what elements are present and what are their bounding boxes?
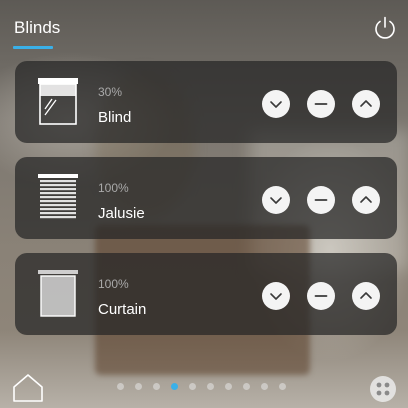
jalusie-stop-button[interactable]	[307, 186, 335, 214]
page-dot[interactable]	[153, 383, 160, 390]
chevron-down-icon	[270, 197, 282, 204]
blind-up-button[interactable]	[352, 90, 380, 118]
jalusie-card[interactable]: 100% Jalusie	[15, 157, 397, 239]
page-dot[interactable]	[135, 383, 142, 390]
page-dot[interactable]	[261, 383, 268, 390]
curtain-up-button[interactable]	[352, 282, 380, 310]
page-dot[interactable]	[225, 383, 232, 390]
chevron-up-icon	[360, 196, 372, 203]
blind-stop-button[interactable]	[307, 90, 335, 118]
blinds-screen: Blinds 30% Blind 100% Jalusie 100% Curta…	[0, 0, 408, 408]
jalusie-up-button[interactable]	[352, 186, 380, 214]
title-underline	[13, 46, 53, 49]
power-icon[interactable]	[371, 14, 399, 42]
chevron-down-icon	[270, 293, 282, 300]
page-indicator[interactable]	[117, 383, 286, 391]
curtain-stop-button[interactable]	[307, 282, 335, 310]
stop-minus-icon	[314, 199, 328, 201]
app-grid-icon[interactable]	[368, 374, 398, 404]
curtain-down-button[interactable]	[262, 282, 290, 310]
venetian-blind-icon	[32, 171, 84, 227]
jalusie-down-button[interactable]	[262, 186, 290, 214]
curtain-name: Curtain	[98, 301, 147, 318]
stop-minus-icon	[314, 103, 328, 105]
blind-name: Blind	[98, 109, 132, 126]
roller-blind-icon	[32, 75, 84, 131]
jalusie-name: Jalusie	[98, 205, 145, 222]
page-dot[interactable]	[279, 383, 286, 390]
page-dot[interactable]	[189, 383, 196, 390]
page-dot[interactable]	[243, 383, 250, 390]
jalusie-percent: 100%	[98, 181, 129, 195]
blind-percent: 30%	[98, 85, 123, 99]
page-title: Blinds	[14, 18, 61, 37]
curtain-icon	[32, 267, 84, 323]
page-dot[interactable]	[207, 383, 214, 390]
blind-down-button[interactable]	[262, 90, 290, 118]
curtain-percent: 100%	[98, 277, 129, 291]
curtain-card[interactable]: 100% Curtain	[15, 253, 397, 335]
page-dot[interactable]	[117, 383, 124, 390]
chevron-up-icon	[360, 100, 372, 107]
stop-minus-icon	[314, 295, 328, 297]
chevron-up-icon	[360, 292, 372, 299]
header: Blinds	[0, 0, 408, 52]
chevron-down-icon	[270, 101, 282, 108]
home-icon[interactable]	[11, 372, 45, 404]
blind-card[interactable]: 30% Blind	[15, 61, 397, 143]
page-dot-active[interactable]	[171, 383, 178, 390]
